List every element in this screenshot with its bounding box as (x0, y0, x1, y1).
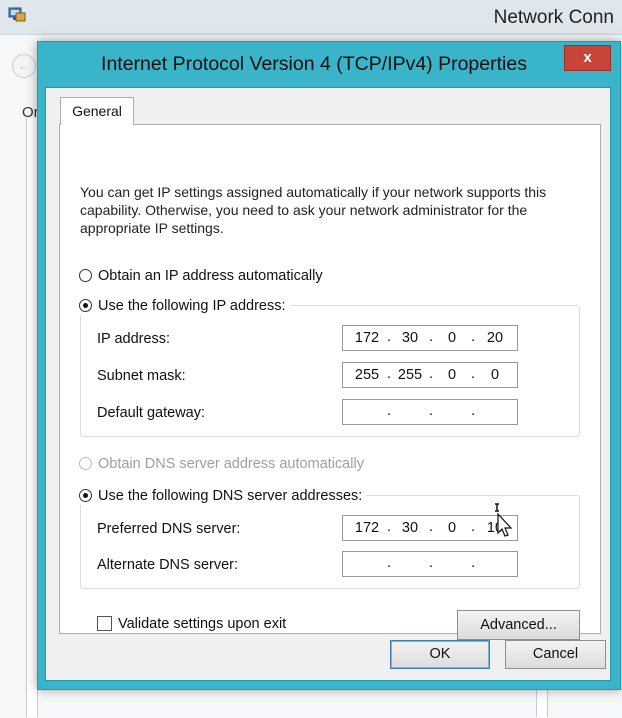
radio-indicator (79, 269, 92, 282)
obtain-ip-auto-radio[interactable]: Obtain an IP address automatically (79, 267, 323, 285)
radio-indicator-checked (79, 299, 92, 312)
preferred-dns-octet-3: 0 (447, 520, 457, 536)
default-gateway-label: Default gateway: (97, 405, 206, 421)
intro-text: You can get IP settings assigned automat… (80, 184, 547, 236)
ip-octet-2: 30 (401, 330, 419, 346)
subnet-octet-4: 0 (490, 367, 500, 383)
alternate-dns-field[interactable]: . . . (342, 551, 518, 577)
cancel-button[interactable]: Cancel (505, 640, 606, 669)
dialog-client-area: General You can get IP settings assigned… (45, 87, 611, 681)
back-arrow-icon[interactable]: ← (12, 54, 36, 78)
use-following-ip-radio[interactable]: Use the following IP address: (79, 297, 290, 315)
network-connections-icon (8, 7, 26, 22)
preferred-dns-octet-1: 172 (354, 520, 380, 536)
ip-address-label: IP address: (97, 331, 171, 347)
alternate-dns-label: Alternate DNS server: (97, 557, 239, 573)
checkbox-indicator (97, 616, 112, 631)
ok-button[interactable]: OK (390, 640, 490, 669)
ip-octet-4: 20 (486, 330, 504, 346)
subnet-mask-field[interactable]: 255 . 255 . 0 . 0 (342, 362, 518, 388)
use-following-ip-label: Use the following IP address: (98, 298, 286, 314)
obtain-dns-auto-label: Obtain DNS server address automatically (98, 456, 364, 472)
use-following-dns-label: Use the following DNS server addresses: (98, 488, 363, 504)
subnet-mask-label: Subnet mask: (97, 368, 186, 384)
ip-address-field[interactable]: 172 . 30 . 0 . 20 (342, 325, 518, 351)
validate-settings-checkbox[interactable]: Validate settings upon exit (97, 615, 286, 633)
subnet-octet-1: 255 (354, 367, 380, 383)
radio-indicator-disabled (79, 457, 92, 470)
use-following-dns-radio[interactable]: Use the following DNS server addresses: (79, 487, 367, 505)
ip-octet-3: 0 (447, 330, 457, 346)
preferred-dns-label: Preferred DNS server: (97, 521, 241, 537)
mouse-cursor-icon (495, 503, 513, 537)
default-gateway-field[interactable]: . . . (342, 399, 518, 425)
subnet-octet-3: 0 (447, 367, 457, 383)
close-button[interactable]: x (564, 45, 611, 71)
preferred-dns-octet-2: 30 (401, 520, 419, 536)
dialog-title: Internet Protocol Version 4 (TCP/IPv4) P… (101, 53, 527, 75)
close-icon: x (583, 49, 592, 66)
validate-settings-label: Validate settings upon exit (118, 616, 287, 632)
tab-general[interactable]: General (60, 97, 134, 125)
obtain-dns-auto-radio[interactable]: Obtain DNS server address automatically (79, 455, 364, 473)
radio-indicator-checked (79, 489, 92, 502)
subnet-octet-2: 255 (397, 367, 423, 383)
background-scrollbar-edge (536, 690, 548, 717)
background-titlebar: Network Conn (0, 0, 622, 34)
ipv4-properties-dialog: Internet Protocol Version 4 (TCP/IPv4) P… (37, 41, 621, 690)
preferred-dns-field[interactable]: 172 . 30 . 0 . 10 (342, 515, 518, 541)
background-window-title: Network Conn (493, 7, 614, 28)
advanced-button[interactable]: Advanced... (457, 610, 580, 640)
ip-octet-1: 172 (354, 330, 380, 346)
obtain-ip-auto-label: Obtain an IP address automatically (98, 268, 323, 284)
general-tab-panel: You can get IP settings assigned automat… (59, 124, 601, 640)
